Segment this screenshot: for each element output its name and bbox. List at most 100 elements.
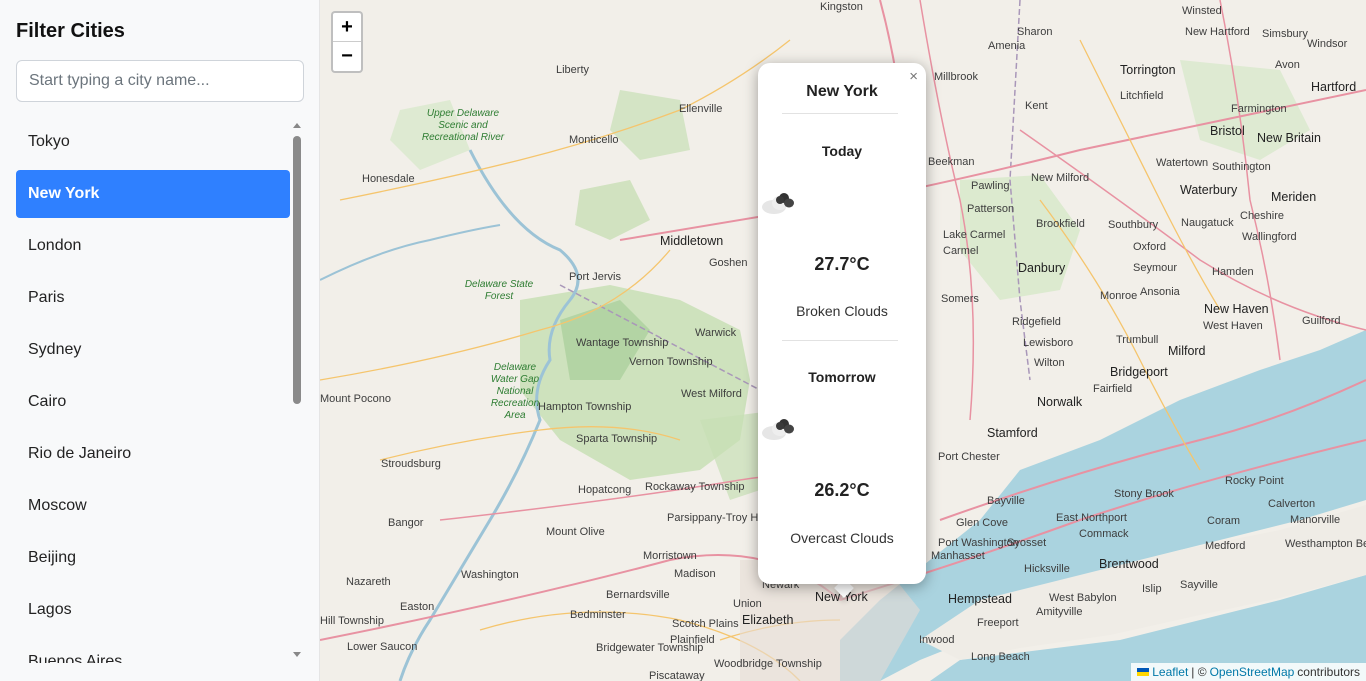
map-label: Amenia: [988, 40, 1026, 52]
city-list: Tokyo New York London Paris Sydney Cairo…: [16, 118, 290, 663]
map-label: Bristol: [1210, 124, 1245, 138]
attribution-suffix: contributors: [1297, 665, 1360, 679]
city-item-buenos-aires[interactable]: Buenos Aires: [16, 638, 290, 663]
map-label: Bridgeport: [1110, 365, 1168, 379]
map-label: Honesdale: [362, 173, 415, 185]
openstreetmap-link[interactable]: OpenStreetMap: [1210, 665, 1295, 679]
sidebar: Filter Cities Tokyo New York London Pari…: [0, 0, 320, 681]
leaflet-link[interactable]: Leaflet: [1152, 665, 1188, 679]
city-item-tokyo[interactable]: Tokyo: [16, 118, 290, 166]
map-label: Trumbull: [1116, 334, 1159, 346]
forecast-temperature: 26.2°C: [814, 480, 870, 500]
park-label: Delaware Water Gap National Recreation A…: [490, 362, 540, 421]
map-label: Avon: [1275, 59, 1300, 71]
map-label: Madison: [674, 568, 716, 580]
map-label: West Milford: [681, 388, 742, 400]
map-label: Patterson: [967, 203, 1015, 215]
city-item-rio-de-janeiro[interactable]: Rio de Janeiro: [16, 430, 290, 478]
city-item-moscow[interactable]: Moscow: [16, 482, 290, 530]
map-label: Bridgewater Township: [596, 642, 704, 654]
map-label: Simsbury: [1262, 28, 1308, 40]
map-label: Cheshire: [1240, 210, 1285, 222]
map-label: Stony Brook: [1114, 488, 1174, 500]
map-label: Inwood: [919, 634, 955, 646]
map-label: Piscataway: [649, 670, 705, 681]
map-label: Farmington: [1231, 103, 1287, 115]
map-label: Warwick: [695, 327, 737, 339]
map-label: Naugatuck: [1181, 217, 1234, 229]
map-label: Glen Cove: [956, 517, 1008, 529]
map-label: Commack: [1079, 528, 1129, 540]
map-label: Norwalk: [1037, 395, 1083, 409]
map-label: Stroudsburg: [381, 458, 441, 470]
zoom-control: + −: [331, 11, 363, 73]
forecast-day-label: Tomorrow: [808, 369, 876, 385]
map-label: Bangor: [388, 517, 424, 529]
map-label: Sayville: [1180, 579, 1218, 591]
city-item-cairo[interactable]: Cairo: [16, 378, 290, 426]
map-label: Sparta Township: [576, 433, 658, 445]
map-label: Kent: [1025, 100, 1048, 112]
city-item-lagos[interactable]: Lagos: [16, 586, 290, 634]
map-label: Amityville: [1036, 606, 1083, 618]
map-label: Westhampton Beach: [1285, 538, 1366, 550]
map-label: Liberty: [556, 64, 590, 76]
map-label: Sharon: [1017, 26, 1053, 38]
city-list-scrollbar[interactable]: [290, 118, 304, 663]
map-label: Washington: [461, 569, 519, 581]
scrollbar-thumb[interactable]: [293, 136, 301, 404]
map-label: Oxford: [1133, 241, 1167, 253]
map-label: Windsor: [1307, 38, 1348, 50]
map-label: Fairfield: [1093, 383, 1133, 395]
map-label: Milford: [1168, 344, 1206, 358]
broken-clouds-icon: [762, 193, 794, 214]
map-label: Manhasset: [931, 550, 985, 562]
map-label: Elizabeth: [742, 613, 794, 627]
overcast-clouds-icon: [762, 419, 794, 440]
map-label: Hopatcong: [578, 484, 632, 496]
zoom-in-button[interactable]: +: [333, 13, 361, 42]
map-label: Wilton: [1034, 357, 1065, 369]
city-item-sydney[interactable]: Sydney: [16, 326, 290, 374]
city-item-london[interactable]: London: [16, 222, 290, 270]
zoom-out-button[interactable]: −: [333, 42, 361, 71]
map-label: Easton: [400, 601, 435, 613]
scroll-down-arrow-icon[interactable]: [293, 652, 301, 657]
map-label: Southbury: [1108, 219, 1159, 231]
map-label: Bernardsville: [606, 589, 670, 601]
sidebar-title: Filter Cities: [16, 20, 125, 42]
map-label: New Britain: [1257, 131, 1321, 145]
map-label: Ridgefield: [1012, 316, 1061, 328]
city-search-input[interactable]: [16, 60, 304, 102]
city-item-beijing[interactable]: Beijing: [16, 534, 290, 582]
map-label: Scotch Plains: [672, 618, 739, 630]
map-label: Mount Olive: [546, 526, 605, 538]
map-label: Rocky Point: [1225, 475, 1284, 487]
city-item-paris[interactable]: Paris: [16, 274, 290, 322]
map-label: Port Chester: [938, 451, 1000, 463]
map-label: Monticello: [569, 134, 619, 146]
map-label: Goshen: [709, 257, 748, 269]
forecast-description: Broken Clouds: [796, 303, 888, 319]
forecast-day-label: Today: [821, 143, 863, 159]
popup-divider: [782, 113, 898, 114]
city-item-new-york[interactable]: New York: [16, 170, 290, 218]
map-label: Monroe: [1100, 290, 1138, 302]
map-label: Vernon Township: [629, 356, 713, 368]
map-label: Manorville: [1290, 514, 1341, 526]
map-view[interactable]: Kingston Winsted New Hartford Simsbury S…: [320, 0, 1366, 681]
scroll-up-arrow-icon[interactable]: [293, 123, 301, 128]
popup-divider: [782, 340, 898, 341]
weather-popup: × New York Today 27.7°C Broken Clouds To…: [758, 63, 926, 584]
map-label: Woodbridge Township: [714, 658, 822, 670]
forecast-description: Overcast Clouds: [790, 530, 894, 546]
map-attribution: Leaflet | © OpenStreetMap contributors: [1131, 663, 1366, 681]
map-label: Torrington: [1120, 63, 1176, 77]
park-label: Delaware State Forest: [464, 279, 534, 302]
attribution-separator: | ©: [1191, 665, 1207, 679]
map-label: Port Jervis: [569, 271, 621, 283]
map-label: Mount Pocono: [320, 393, 391, 405]
map-label: Somers: [941, 293, 979, 305]
map-label: Freeport: [977, 617, 1019, 629]
map-label: Medford: [1205, 540, 1246, 552]
